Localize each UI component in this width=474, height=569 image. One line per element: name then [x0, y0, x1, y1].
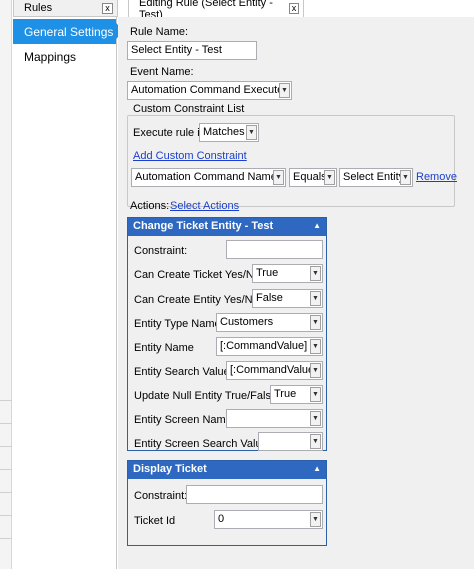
- action-panel-header[interactable]: Change Ticket Entity - Test ▲: [128, 218, 326, 236]
- collapse-caret-icon[interactable]: ▲: [313, 221, 321, 230]
- field-value: True: [274, 388, 297, 400]
- field-label: Constraint:: [134, 245, 188, 257]
- update-null-entity-select[interactable]: True ▼: [270, 385, 323, 404]
- entity-screen-name-select[interactable]: ▼: [226, 409, 323, 428]
- can-create-ticket-select[interactable]: True ▼: [252, 264, 323, 283]
- field-label: Constraint:: [134, 490, 188, 502]
- constraint-value-text: Select Entity: [343, 171, 405, 183]
- ticket-id-select[interactable]: 0 ▼: [214, 510, 323, 529]
- field-label: Entity Name: [134, 342, 194, 354]
- dropdown-arrow-icon[interactable]: ▼: [273, 170, 284, 185]
- execute-rule-select[interactable]: Matches ▼: [199, 123, 259, 142]
- constraint-field-value: Automation Command Name: [135, 171, 277, 183]
- field-label: Ticket Id: [134, 515, 176, 527]
- entity-screen-search-value-select[interactable]: ▼: [258, 432, 323, 451]
- dropdown-arrow-icon[interactable]: ▼: [279, 83, 290, 98]
- dropdown-arrow-icon[interactable]: ▼: [310, 411, 321, 426]
- field-label: Entity Type Name: [134, 318, 221, 330]
- action-panel-change-ticket-entity: Change Ticket Entity - Test ▲ Constraint…: [127, 217, 327, 451]
- close-icon[interactable]: x: [102, 2, 113, 14]
- execute-rule-label: Execute rule if: [133, 127, 203, 139]
- field-label: Update Null Entity True/False: [134, 390, 278, 402]
- rule-editor: Rule Name: Select Entity - Test Event Na…: [118, 17, 474, 569]
- entity-search-value-select[interactable]: [:CommandValue] ▼: [226, 361, 323, 380]
- dropdown-arrow-icon[interactable]: ▼: [310, 363, 321, 378]
- dropdown-arrow-icon[interactable]: ▼: [310, 315, 321, 330]
- constraint-operator-select[interactable]: Equals ▼: [289, 168, 337, 187]
- constraint-input[interactable]: [226, 240, 323, 259]
- tab-label: Rules: [24, 2, 53, 14]
- field-value: [:CommandValue]: [220, 340, 308, 352]
- remove-constraint-link[interactable]: Remove: [416, 171, 457, 183]
- field-label: Entity Screen Search Value: [134, 438, 268, 450]
- dropdown-arrow-icon[interactable]: ▼: [400, 170, 411, 185]
- can-create-entity-select[interactable]: False ▼: [252, 289, 323, 308]
- actions-label: Actions:: [130, 200, 170, 212]
- settings-nav: General Settings Mappings: [13, 17, 124, 569]
- action-panel-header[interactable]: Display Ticket ▲: [128, 461, 326, 479]
- action-panel-display-ticket: Display Ticket ▲ Constraint: Ticket Id 0…: [127, 460, 327, 546]
- constraint-field-select[interactable]: Automation Command Name ▼: [131, 168, 286, 187]
- entity-type-name-select[interactable]: Customers ▼: [216, 313, 323, 332]
- field-value: False: [256, 292, 283, 304]
- entity-name-select[interactable]: [:CommandValue] ▼: [216, 337, 323, 356]
- add-custom-constraint-link[interactable]: Add Custom Constraint: [133, 150, 247, 162]
- field-value: 0: [218, 513, 225, 525]
- field-label: Can Create Ticket Yes/No: [134, 269, 260, 281]
- nav-item-general-settings[interactable]: General Settings: [13, 19, 124, 44]
- event-name-value: Automation Command Executed: [131, 84, 290, 96]
- constraint-value-select[interactable]: Select Entity ▼: [339, 168, 413, 187]
- dropdown-arrow-icon[interactable]: ▼: [310, 387, 321, 402]
- field-label: Entity Search Value: [134, 366, 230, 378]
- event-name-select[interactable]: Automation Command Executed ▼: [127, 81, 292, 100]
- rule-name-input[interactable]: Select Entity - Test: [127, 41, 257, 60]
- dropdown-arrow-icon[interactable]: ▼: [246, 125, 257, 140]
- nav-item-label: General Settings: [24, 24, 114, 39]
- dropdown-arrow-icon[interactable]: ▼: [310, 512, 321, 527]
- action-panel-title: Display Ticket: [133, 463, 207, 475]
- constraint-operator-value: Equals: [293, 171, 327, 183]
- constraint-input[interactable]: [186, 485, 323, 504]
- dropdown-arrow-icon[interactable]: ▼: [310, 291, 321, 306]
- event-name-label: Event Name:: [130, 66, 194, 78]
- tab-rules[interactable]: Rules x: [13, 0, 118, 17]
- dropdown-arrow-icon[interactable]: ▼: [324, 170, 335, 185]
- execute-rule-value: Matches: [203, 126, 245, 138]
- field-value: True: [256, 267, 279, 279]
- collapse-caret-icon[interactable]: ▲: [313, 464, 321, 473]
- dropdown-arrow-icon[interactable]: ▼: [310, 266, 321, 281]
- dropdown-arrow-icon[interactable]: ▼: [310, 434, 321, 449]
- nav-item-label: Mappings: [24, 49, 77, 64]
- field-value: [:CommandValue]: [230, 364, 318, 376]
- action-panel-title: Change Ticket Entity - Test: [133, 220, 274, 232]
- select-actions-link[interactable]: Select Actions: [170, 200, 239, 212]
- field-value: Customers: [220, 316, 274, 328]
- field-label: Entity Screen Name: [134, 414, 232, 426]
- tab-editing-rule[interactable]: Editing Rule (Select Entity - Test) x: [128, 0, 304, 21]
- dropdown-arrow-icon[interactable]: ▼: [310, 339, 321, 354]
- rule-name-label: Rule Name:: [130, 26, 189, 38]
- field-label: Can Create Entity Yes/No: [134, 294, 259, 306]
- close-icon[interactable]: x: [288, 3, 299, 14]
- custom-constraint-title: Custom Constraint List: [131, 103, 247, 115]
- nav-item-mappings[interactable]: Mappings: [13, 44, 116, 69]
- left-dock-strip: [0, 0, 12, 569]
